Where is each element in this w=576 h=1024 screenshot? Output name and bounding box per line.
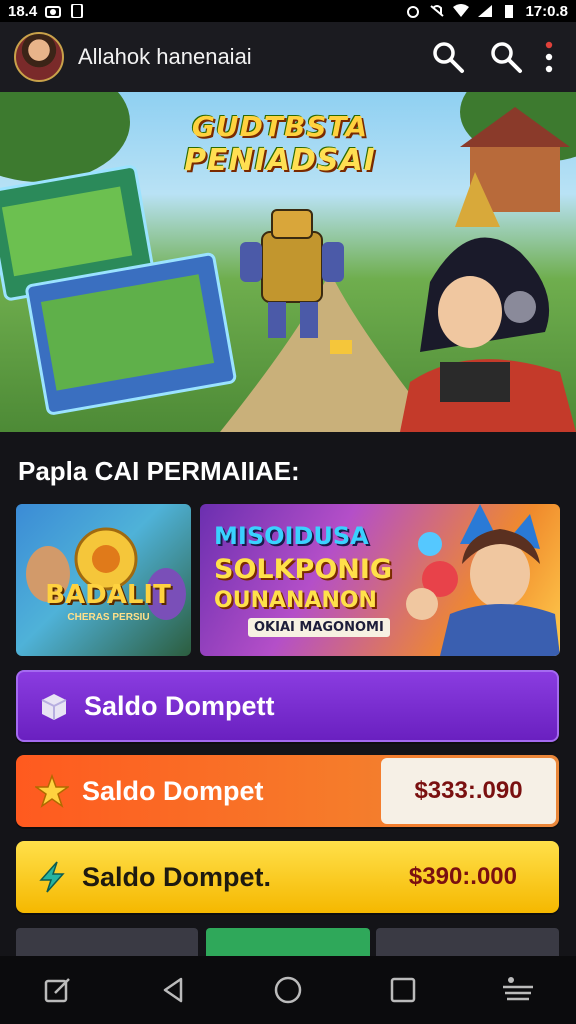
home-button[interactable] xyxy=(264,966,312,1014)
wallet-balance-yellow[interactable]: Saldo Dompet. $390:.000 xyxy=(16,841,559,913)
status-clock: 17:0.8 xyxy=(525,2,568,20)
wallet-balance-orange[interactable]: Saldo Dompet $333:.090 xyxy=(16,755,559,827)
accessibility-button[interactable] xyxy=(494,966,542,1014)
back-button[interactable] xyxy=(149,966,197,1014)
hero-title: GUDTBSTA PENIADSAI xyxy=(180,110,380,178)
avatar[interactable] xyxy=(14,32,64,82)
edit-button[interactable] xyxy=(34,966,82,1014)
bottom-tab-1[interactable] xyxy=(16,928,198,956)
recents-button[interactable] xyxy=(379,966,427,1014)
more-options-button[interactable] xyxy=(536,37,562,77)
recents-icon xyxy=(390,977,416,1003)
edit-icon xyxy=(44,978,70,1003)
wallet-balance-purple[interactable]: Saldo Dompett xyxy=(16,670,559,742)
wallet-label: Saldo Dompett xyxy=(84,690,275,721)
camera-icon xyxy=(45,6,62,18)
star-icon xyxy=(34,773,70,809)
search-icon xyxy=(491,42,522,73)
signal-icon xyxy=(478,5,493,17)
promo-2-line1: MISOIDUSA xyxy=(214,522,369,550)
bottom-tab-2[interactable] xyxy=(206,928,370,956)
hero-title-line1: GUDTBSTA xyxy=(191,110,369,143)
search-button-secondary[interactable] xyxy=(486,37,526,77)
promo-2-line2: SOLKPONIG xyxy=(214,554,393,585)
wallet-label: Saldo Dompet xyxy=(82,775,264,806)
promo-1-title: BADALIT xyxy=(45,580,171,610)
wifi-icon xyxy=(453,4,470,17)
promo-1-subtitle: CHERAS PERSIU xyxy=(67,612,150,623)
status-bar: 18.4 17:0.8 xyxy=(0,0,576,22)
home-icon xyxy=(274,976,302,1004)
wallet-amount: $390:.000 xyxy=(408,863,517,890)
promo-card-2[interactable]: MISOIDUSA SOLKPONIG OUNANANON OKIAI MAGO… xyxy=(200,504,560,656)
promo-card-1[interactable]: BADALIT CHERAS PERSIU xyxy=(16,504,191,656)
back-icon xyxy=(163,977,183,1003)
phone-icon xyxy=(71,4,84,18)
app-title: Allahok hanenaiai xyxy=(78,44,252,69)
system-nav-bar xyxy=(0,956,576,1024)
search-icon xyxy=(433,42,464,73)
more-vert-icon xyxy=(545,41,553,73)
search-button[interactable] xyxy=(428,37,468,77)
bottom-tab-3[interactable] xyxy=(376,928,559,956)
mute-icon xyxy=(430,5,445,17)
wallet-amount: $333:.090 xyxy=(381,758,556,824)
battery-icon xyxy=(505,5,514,18)
section-title: Papla CAI PERMAIIAE: xyxy=(18,456,300,486)
promo-2-line3: OUNANANON xyxy=(214,588,377,613)
alarm-icon xyxy=(407,6,420,18)
promo-2-line4: OKIAI MAGONOMI xyxy=(248,618,390,637)
app-header: Allahok hanenaiai xyxy=(0,22,576,92)
status-time: 18.4 xyxy=(8,2,38,20)
accessibility-icon xyxy=(503,977,534,1001)
cube-icon xyxy=(36,688,72,724)
hero-title-line2: PENIADSAI xyxy=(184,143,376,178)
hero-banner[interactable]: GUDTBSTA PENIADSAI xyxy=(0,92,576,432)
bolt-icon xyxy=(34,859,70,895)
wallet-label: Saldo Dompet. xyxy=(82,861,272,892)
